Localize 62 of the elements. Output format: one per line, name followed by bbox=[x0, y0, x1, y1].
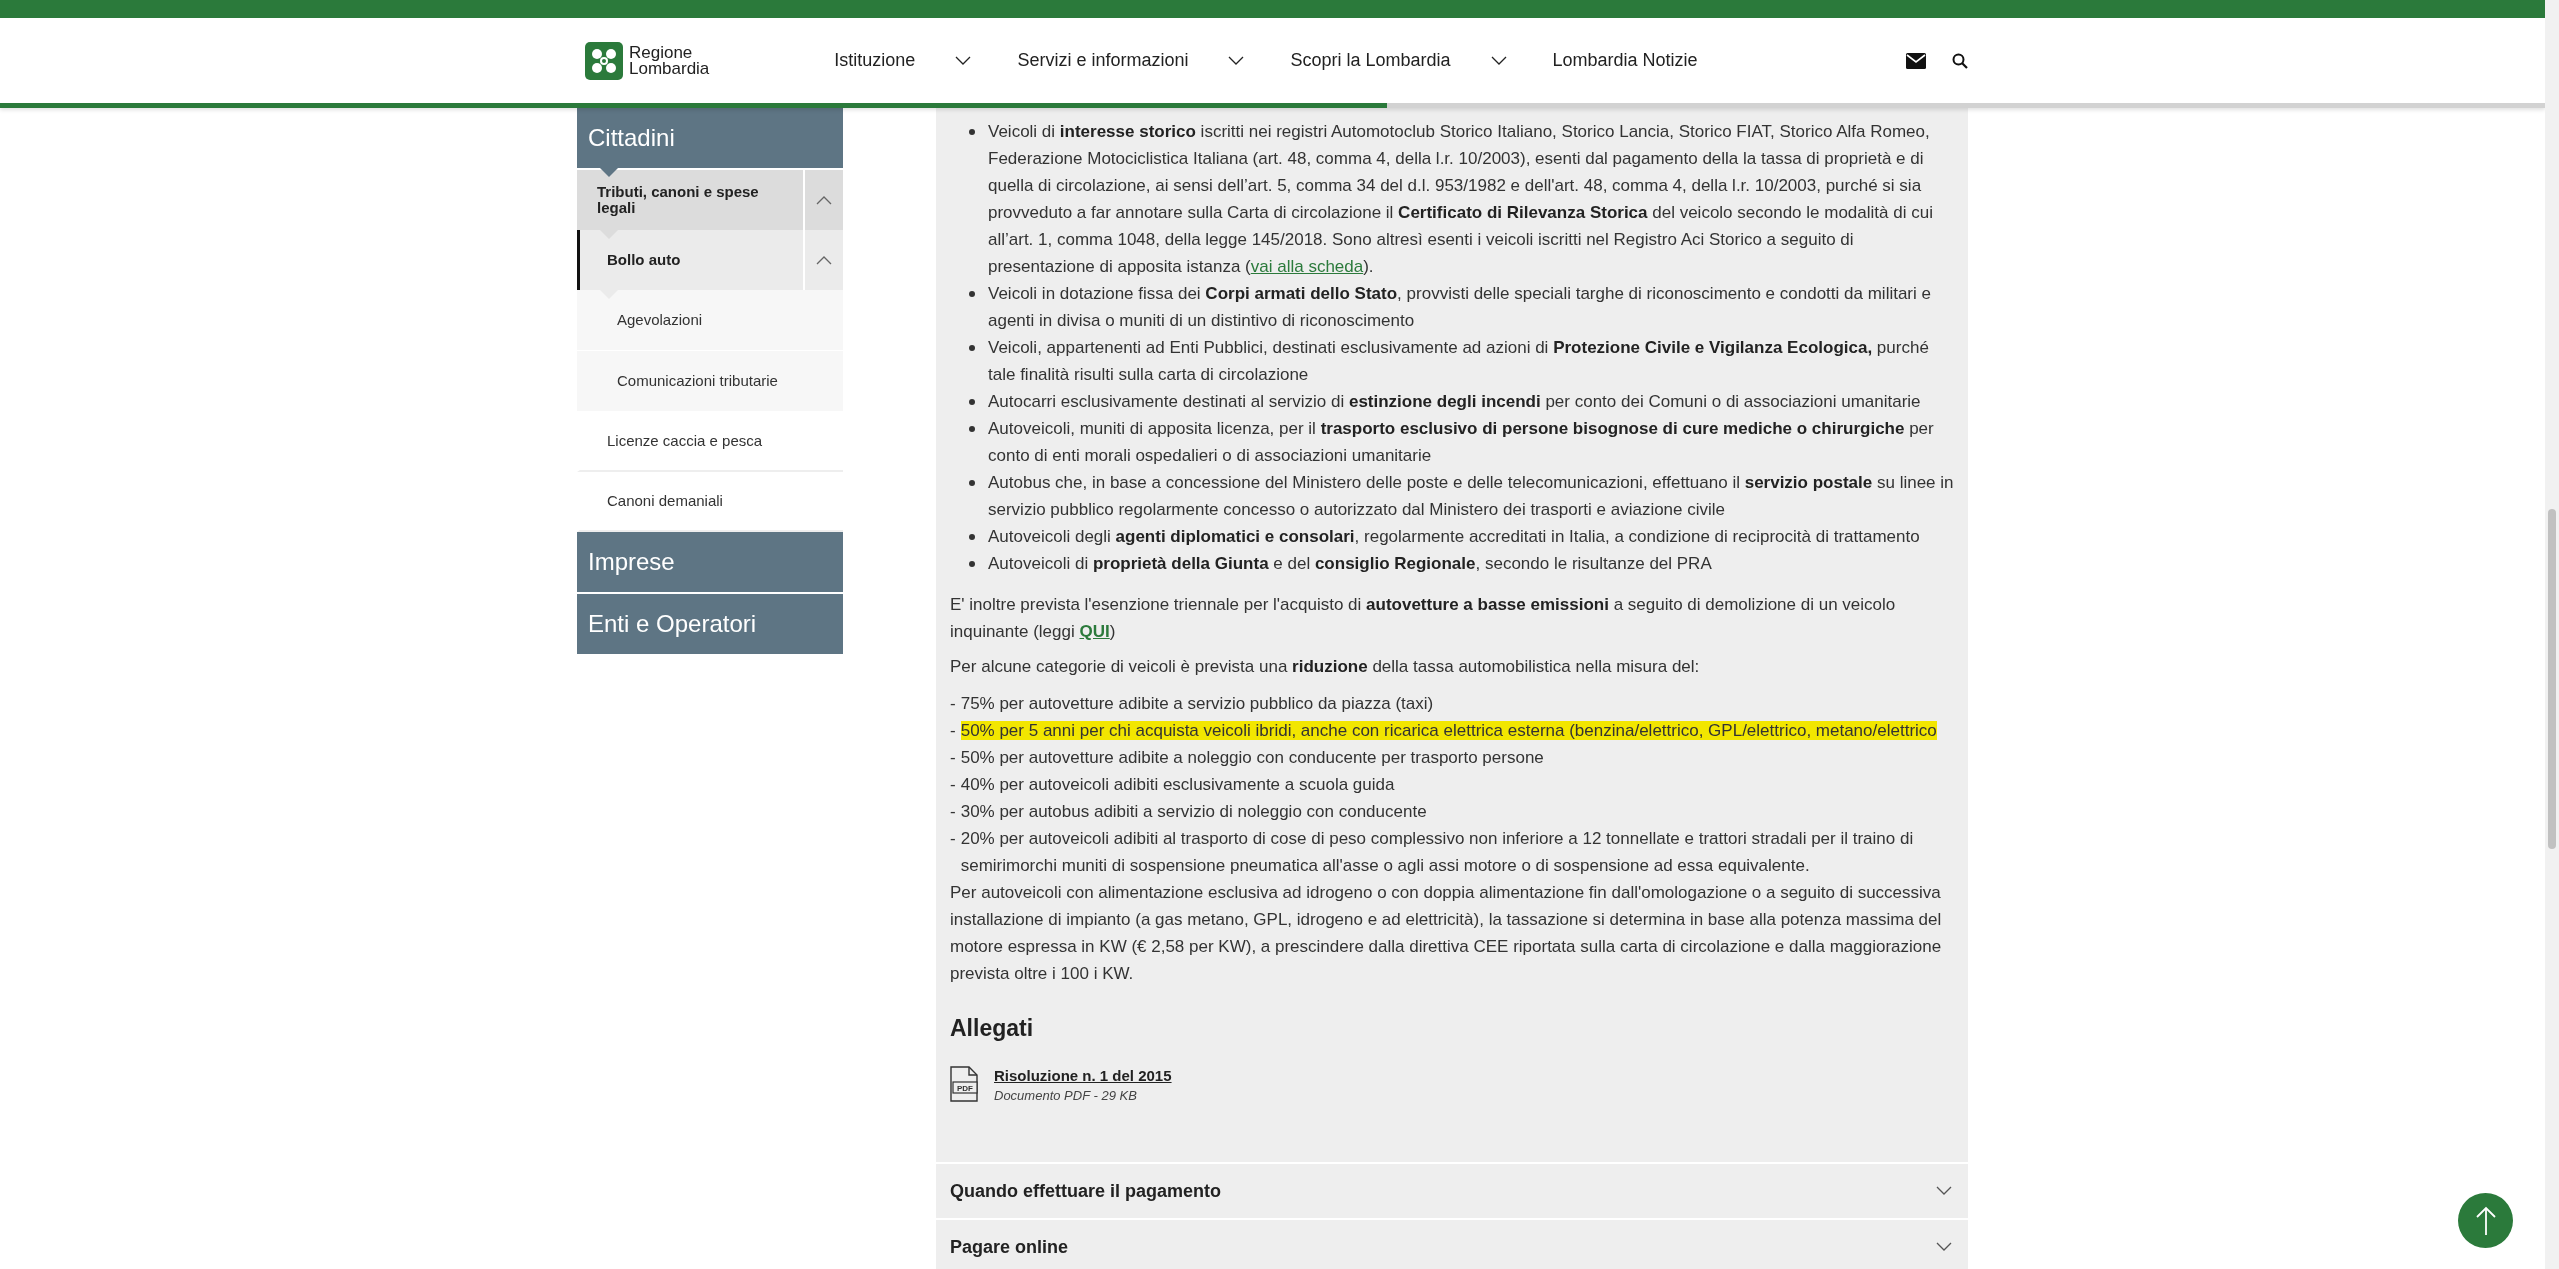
list-item-text: 75% per autovetture adibite a servizio pubblico da piazza (taxi) bbox=[960, 694, 1434, 713]
list-item-text: Autoveicoli degli agenti diplomatici e consolari, regolarmente accreditati in Italia, a condizione di reciprocità di trattamento bbox=[988, 526, 1920, 548]
list-dash: - bbox=[950, 828, 956, 850]
logo-text: Regione Lombardia bbox=[629, 44, 710, 77]
bullet-icon bbox=[969, 399, 975, 405]
sidebar-item[interactable]: Comunicazioni tributarie bbox=[577, 351, 843, 411]
link[interactable]: vai alla scheda bbox=[1250, 257, 1364, 276]
paragraph: Per autoveicoli con alimentazione esclusiva ad idrogeno o con doppia alimentazione fin dall'omologazione o a seguito di successiva installazione di impianto (a gas metano, GPL, idrogeno e ad elettricità), la tassazione si determina in base alla potenza massima del motore espressa in KW (€ 2,58 per KW), a prescindere dalla direttiva CEE riportata sulla carta di circolazione e dalla maggiorazione prevista oltre i 100 i KW. bbox=[950, 882, 1943, 985]
file-info: Documento PDF - 29 KB bbox=[994, 1087, 1138, 1105]
search-icon[interactable] bbox=[1952, 52, 1968, 69]
sidebar-item[interactable]: Bollo auto bbox=[577, 230, 843, 290]
list-dash: - bbox=[950, 720, 956, 742]
chevron-down-icon bbox=[1936, 1186, 1954, 1196]
back-to-top-button[interactable] bbox=[2458, 1193, 2513, 1248]
bullet-icon bbox=[969, 480, 975, 486]
bullet-icon bbox=[969, 291, 975, 297]
attachment-link[interactable]: Risoluzione n. 1 del 2015 bbox=[994, 1066, 1172, 1086]
logo-icon bbox=[585, 41, 623, 80]
nav-menu-button[interactable]: Istituzione bbox=[834, 50, 972, 71]
list-item-text: 20% per autoveicoli adibiti al trasporto di cose di peso complessivo non inferiore a 12 tonnellate e trattori stradali per il traino di semirimorchi muniti di sospensione pneumatica all'asse o agli assi motore o di sospensione ad essa equivalente. bbox=[960, 829, 1914, 875]
list-item-text: 50% per autovetture adibite a noleggio con conducente per trasporto persone bbox=[960, 748, 1544, 767]
bullet-icon bbox=[969, 561, 975, 567]
list-item-text: Autobus che, in base a concessione del Ministero delle poste e delle telecomunicazioni, effettuano il servizio postale su linee in servizio pubblico regolarmente concesso o autorizzato dal Ministero dei trasporti e aviazione civile bbox=[988, 472, 1954, 521]
mail-icon[interactable] bbox=[1906, 52, 1926, 69]
bullet-icon bbox=[969, 534, 975, 540]
list-dash: - bbox=[950, 774, 956, 796]
bullet-icon bbox=[969, 129, 975, 135]
paragraph: Per alcune categorie di veicoli è prevista una riduzione della tassa automobilistica nella misura del: bbox=[950, 656, 1701, 678]
list-dash: - bbox=[950, 747, 956, 769]
sidebar-section-header[interactable]: Imprese bbox=[577, 532, 843, 592]
pdf-file-icon: PDF bbox=[950, 1066, 978, 1102]
arrow-up-icon bbox=[2475, 1205, 2496, 1236]
chevron-down-icon bbox=[1228, 55, 1245, 66]
list-item-text: Veicoli di interesse storico iscritti nei registri Automotoclub Storico Italiano, Storico Lancia, Storico FIAT, Storico Alfa Romeo, Federazione Motociclistica Italiana (art. 48, comma 4, della l.r. 10/2003), esenti dal pagamento della la tassa di proprietà e di quella di circolazione, ai sensi dell’art. 5, comma 34 del d.l. 953/1982 e dell'art. 48, comma 4, della l.r. 10/2003, purché si sia provveduto a far annotare sulla Carta di circolazione il Certificato di Rilevanza Storica del veicolo secondo le modalità di cui all’art. 1, comma 1048, della legge 145/2018. Sono altresì esenti i veicoli iscritti nel Registro Aci Storico a seguito di presentazione di apposita istanza (vai alla scheda). bbox=[988, 121, 1934, 278]
list-item-text: Autoveicoli di proprietà della Giunta e del consiglio Regionale, secondo le risultanze del PRA bbox=[988, 553, 1712, 575]
nav-menu-button[interactable]: Lombardia Notizie bbox=[1552, 50, 1698, 71]
nav-menu-button[interactable]: Servizi e informazioni bbox=[1017, 50, 1245, 71]
chevron-down-icon bbox=[1490, 55, 1507, 66]
list-item-text: 30% per autobus adibiti a servizio di noleggio con conducente bbox=[960, 802, 1427, 821]
nav-menu-button[interactable]: Scopri la Lombardia bbox=[1290, 50, 1507, 71]
chevron-down-icon bbox=[1936, 1242, 1954, 1252]
chevron-down-icon bbox=[955, 55, 972, 66]
accordion-header[interactable]: Pagare online bbox=[936, 1220, 1968, 1269]
chevron-up-icon bbox=[816, 195, 832, 205]
link[interactable]: QUI bbox=[1079, 622, 1110, 641]
list-dash: - bbox=[950, 693, 956, 715]
sidebar-item[interactable]: Agevolazioni bbox=[577, 290, 843, 350]
sidebar-section-header[interactable]: Cittadini bbox=[577, 108, 843, 168]
list-dash: - bbox=[950, 801, 956, 823]
section-heading: Allegati bbox=[950, 1015, 1035, 1042]
highlighted-text: 50% per 5 anni per chi acquista veicoli ibridi, anche con ricarica elettrica esterna (benzina/elettrico, GPL/elettrico, metano/elettrico bbox=[960, 721, 1937, 740]
list-item-text: Autocarri esclusivamente destinati al servizio di estinzione degli incendi per conto dei Comuni o di associazioni umanitarie bbox=[988, 391, 1921, 413]
paragraph: E' inoltre prevista l'esenzione triennale per l'acquisto di autovetture a basse emissioni a seguito di demolizione di un veicolo inquinante (leggi QUI) bbox=[950, 594, 1897, 643]
sidebar-section-header[interactable]: Enti e Operatori bbox=[577, 594, 843, 654]
list-item-text: 40% per autoveicoli adibiti esclusivamente a scuola guida bbox=[960, 775, 1395, 794]
sidebar-item[interactable]: Tributi, canoni e spese legali bbox=[577, 170, 843, 230]
bullet-icon bbox=[969, 345, 975, 351]
chevron-up-icon bbox=[816, 255, 832, 265]
bullet-icon bbox=[969, 426, 975, 432]
scrollbar-thumb[interactable] bbox=[2548, 509, 2556, 849]
sidebar-item[interactable]: Licenze caccia e pesca bbox=[577, 412, 843, 472]
accordion-header[interactable]: Quando effettuare il pagamento bbox=[936, 1164, 1968, 1218]
